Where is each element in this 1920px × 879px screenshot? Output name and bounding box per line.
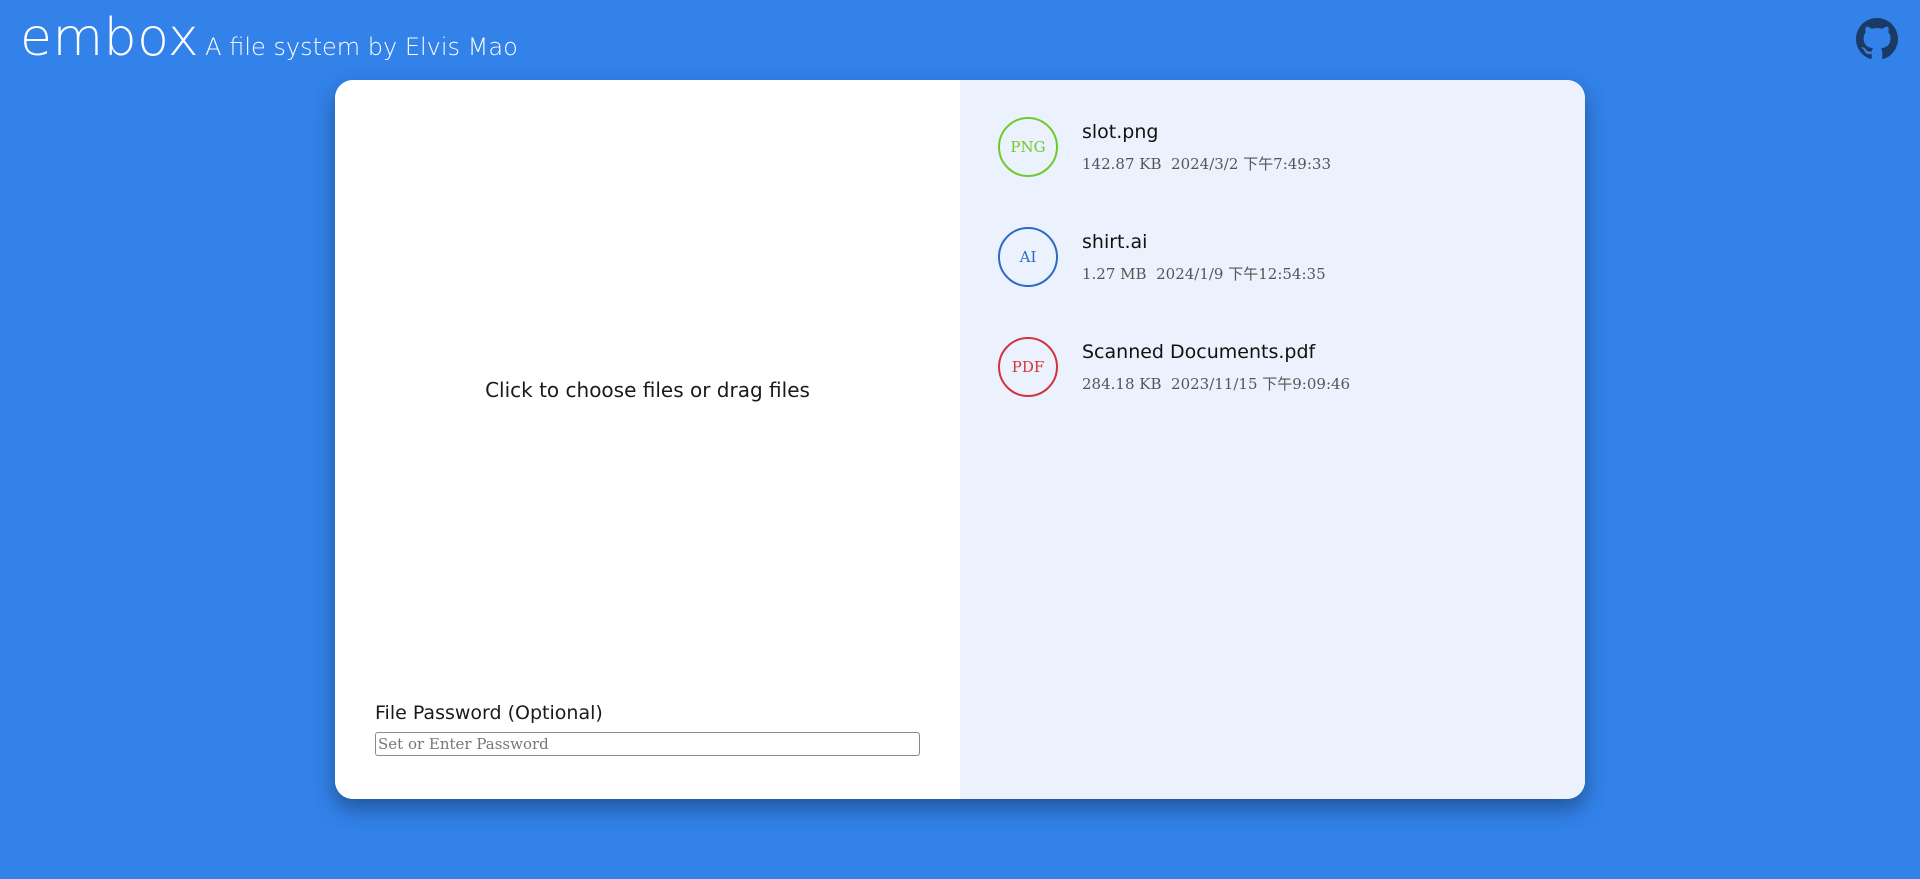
upload-panel: Click to choose files or drag files File… (335, 80, 960, 799)
file-item[interactable]: AI shirt.ai 1.27 MB 2024/1/9 下午12:54:35 (998, 227, 1585, 287)
file-date: 2024/3/2 下午7:49:33 (1171, 154, 1331, 173)
github-icon[interactable] (1856, 18, 1898, 60)
password-section: File Password (Optional) (375, 702, 920, 756)
file-meta: 142.87 KB 2024/3/2 下午7:49:33 (1082, 153, 1331, 174)
file-info: shirt.ai 1.27 MB 2024/1/9 下午12:54:35 (1082, 231, 1326, 284)
file-info: slot.png 142.87 KB 2024/3/2 下午7:49:33 (1082, 121, 1331, 174)
password-input[interactable] (375, 732, 920, 756)
file-dropzone[interactable]: Click to choose files or drag files (335, 80, 960, 700)
file-meta: 1.27 MB 2024/1/9 下午12:54:35 (1082, 263, 1326, 284)
file-name: shirt.ai (1082, 230, 1148, 253)
main-card: Click to choose files or drag files File… (335, 80, 1585, 799)
file-type-badge: PNG (998, 117, 1058, 177)
file-size: 142.87 KB (1082, 154, 1162, 173)
dropzone-label: Click to choose files or drag files (485, 378, 810, 402)
file-item[interactable]: PDF Scanned Documents.pdf 284.18 KB 2023… (998, 337, 1585, 397)
file-date: 2023/11/15 下午9:09:46 (1171, 374, 1351, 393)
app-header: embox A file system by Elvis Mao (20, 12, 518, 64)
file-type-badge: PDF (998, 337, 1058, 397)
brand-logo: embox (20, 8, 200, 68)
password-label: File Password (Optional) (375, 702, 603, 724)
file-info: Scanned Documents.pdf 284.18 KB 2023/11/… (1082, 341, 1350, 394)
file-meta: 284.18 KB 2023/11/15 下午9:09:46 (1082, 373, 1350, 394)
file-name: slot.png (1082, 120, 1159, 143)
file-size: 284.18 KB (1082, 374, 1162, 393)
file-date: 2024/1/9 下午12:54:35 (1156, 264, 1326, 283)
tagline: A file system by Elvis Mao (205, 33, 518, 61)
file-size: 1.27 MB (1082, 264, 1147, 283)
file-name: Scanned Documents.pdf (1082, 340, 1316, 363)
file-item[interactable]: PNG slot.png 142.87 KB 2024/3/2 下午7:49:3… (998, 117, 1585, 177)
file-type-badge: AI (998, 227, 1058, 287)
file-list: PNG slot.png 142.87 KB 2024/3/2 下午7:49:3… (960, 80, 1585, 799)
